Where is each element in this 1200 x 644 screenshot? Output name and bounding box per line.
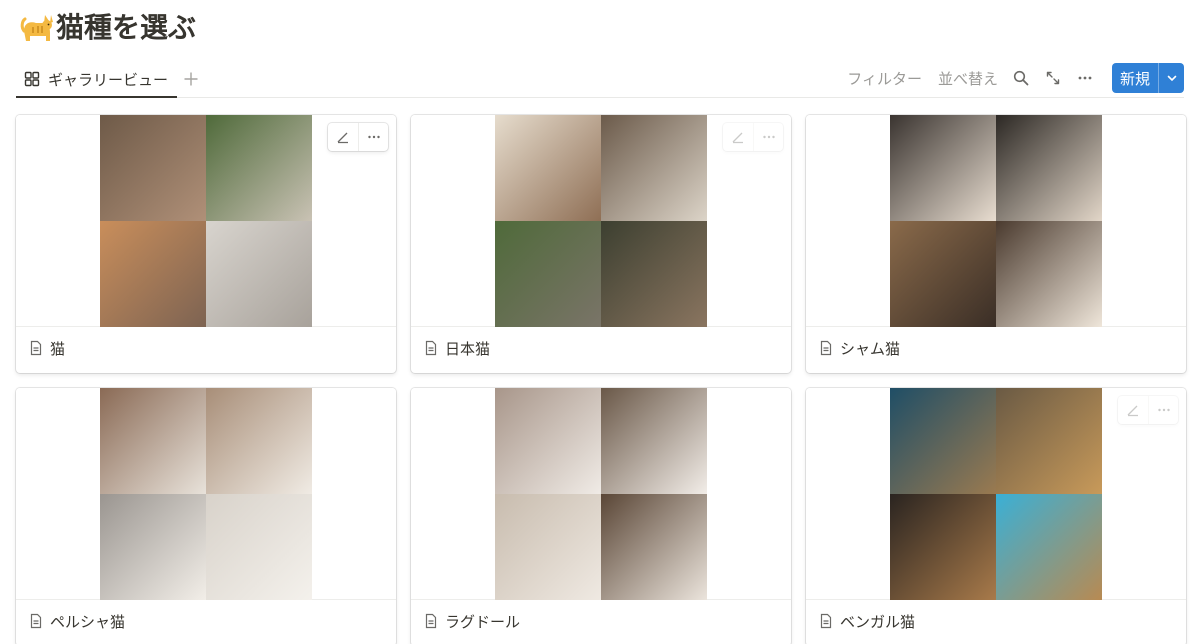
plus-icon bbox=[184, 72, 198, 86]
cover-tile bbox=[495, 494, 601, 600]
cover-tile bbox=[601, 388, 707, 494]
cover-tile bbox=[100, 388, 206, 494]
page-icon bbox=[30, 340, 42, 356]
edit-button[interactable] bbox=[328, 123, 358, 151]
card-title: シャム猫 bbox=[818, 337, 900, 359]
cover-image bbox=[100, 388, 312, 600]
sort-button[interactable]: 並べ替え bbox=[938, 68, 998, 89]
filter-button[interactable]: フィルター bbox=[847, 68, 922, 89]
page-icon bbox=[820, 613, 832, 629]
card-name: ベンガル猫 bbox=[840, 612, 916, 631]
new-dropdown-button[interactable] bbox=[1158, 63, 1184, 93]
page-title: 猫種を選ぶ bbox=[56, 11, 197, 44]
card-title: 日本猫 bbox=[423, 337, 490, 359]
card-cover bbox=[411, 388, 791, 600]
cover-tile bbox=[495, 221, 601, 327]
cover-tile bbox=[996, 115, 1102, 221]
cover-tile bbox=[495, 388, 601, 494]
card-actions bbox=[1118, 396, 1178, 424]
cover-tile bbox=[890, 115, 996, 221]
card-name: 猫 bbox=[50, 339, 66, 358]
cover-tile bbox=[996, 221, 1102, 327]
cover-image bbox=[495, 388, 707, 600]
more-icon bbox=[367, 135, 380, 139]
card-title: ラグドール bbox=[423, 610, 520, 632]
tab-gallery-view[interactable]: ギャラリービュー bbox=[16, 62, 177, 98]
cat-emoji-icon bbox=[20, 15, 53, 41]
cover-tile bbox=[890, 494, 996, 600]
search-icon bbox=[1013, 70, 1029, 86]
page-icon bbox=[820, 340, 832, 356]
cover-tile bbox=[100, 115, 206, 221]
chevron-down-icon bbox=[1167, 75, 1176, 82]
more-icon bbox=[762, 135, 775, 139]
cover-tile bbox=[996, 494, 1102, 600]
page-icon bbox=[425, 340, 437, 356]
page-icon bbox=[30, 613, 42, 629]
card-more-button[interactable] bbox=[1148, 396, 1178, 424]
edit-icon bbox=[732, 132, 743, 144]
more-icon bbox=[1157, 408, 1170, 412]
tab-label: ギャラリービュー bbox=[48, 70, 169, 89]
card-name: ラグドール bbox=[445, 612, 521, 631]
edit-icon bbox=[1127, 405, 1138, 417]
gallery-card[interactable]: ラグドール bbox=[411, 388, 791, 644]
gallery-card[interactable]: 猫 bbox=[16, 115, 396, 373]
gallery-grid-icon bbox=[24, 71, 40, 87]
card-cover bbox=[16, 388, 396, 600]
cover-image bbox=[495, 115, 707, 327]
edit-button[interactable] bbox=[723, 123, 753, 151]
new-button[interactable]: 新規 bbox=[1112, 63, 1158, 93]
new-button-group: 新規 bbox=[1111, 63, 1184, 93]
cover-tile bbox=[890, 388, 996, 494]
gallery-card[interactable]: ベンガル猫 bbox=[806, 388, 1186, 644]
card-more-button[interactable] bbox=[358, 123, 388, 151]
cover-image bbox=[890, 388, 1102, 600]
edit-button[interactable] bbox=[1118, 396, 1148, 424]
cover-tile bbox=[996, 388, 1102, 494]
more-icon bbox=[1078, 76, 1092, 80]
cover-tile bbox=[495, 115, 601, 221]
cover-tile bbox=[601, 494, 707, 600]
gallery-card[interactable]: シャム猫 bbox=[806, 115, 1186, 373]
gallery-card[interactable]: ペルシャ猫 bbox=[16, 388, 396, 644]
card-title: ベンガル猫 bbox=[818, 610, 915, 632]
page-icon bbox=[425, 613, 437, 629]
expand-button[interactable] bbox=[1044, 69, 1062, 87]
card-title: ペルシャ猫 bbox=[28, 610, 125, 632]
cover-tile bbox=[206, 388, 312, 494]
card-name: 日本猫 bbox=[445, 339, 491, 358]
cover-tile bbox=[890, 221, 996, 327]
cover-tile bbox=[206, 115, 312, 221]
card-name: ペルシャ猫 bbox=[50, 612, 126, 631]
cover-tile bbox=[206, 494, 312, 600]
page-header: 猫種を選ぶ bbox=[20, 6, 196, 46]
add-view-button[interactable] bbox=[180, 68, 202, 90]
cover-tile bbox=[100, 494, 206, 600]
cover-tile bbox=[100, 221, 206, 327]
cover-tile bbox=[601, 115, 707, 221]
cover-image bbox=[100, 115, 312, 327]
card-name: シャム猫 bbox=[840, 339, 901, 358]
gallery-card[interactable]: 日本猫 bbox=[411, 115, 791, 373]
view-bar: ギャラリービュー フィルター 並べ替え 新規 bbox=[16, 62, 1184, 98]
more-button[interactable] bbox=[1076, 69, 1094, 87]
cover-tile bbox=[206, 221, 312, 327]
expand-icon bbox=[1046, 71, 1060, 85]
view-toolbar: フィルター 並べ替え 新規 bbox=[831, 62, 1184, 94]
card-more-button[interactable] bbox=[753, 123, 783, 151]
card-cover bbox=[806, 115, 1186, 327]
search-button[interactable] bbox=[1012, 69, 1030, 87]
card-actions bbox=[328, 123, 388, 151]
edit-icon bbox=[337, 132, 348, 144]
card-title: 猫 bbox=[28, 337, 65, 359]
card-actions bbox=[723, 123, 783, 151]
cover-tile bbox=[601, 221, 707, 327]
cover-image bbox=[890, 115, 1102, 327]
